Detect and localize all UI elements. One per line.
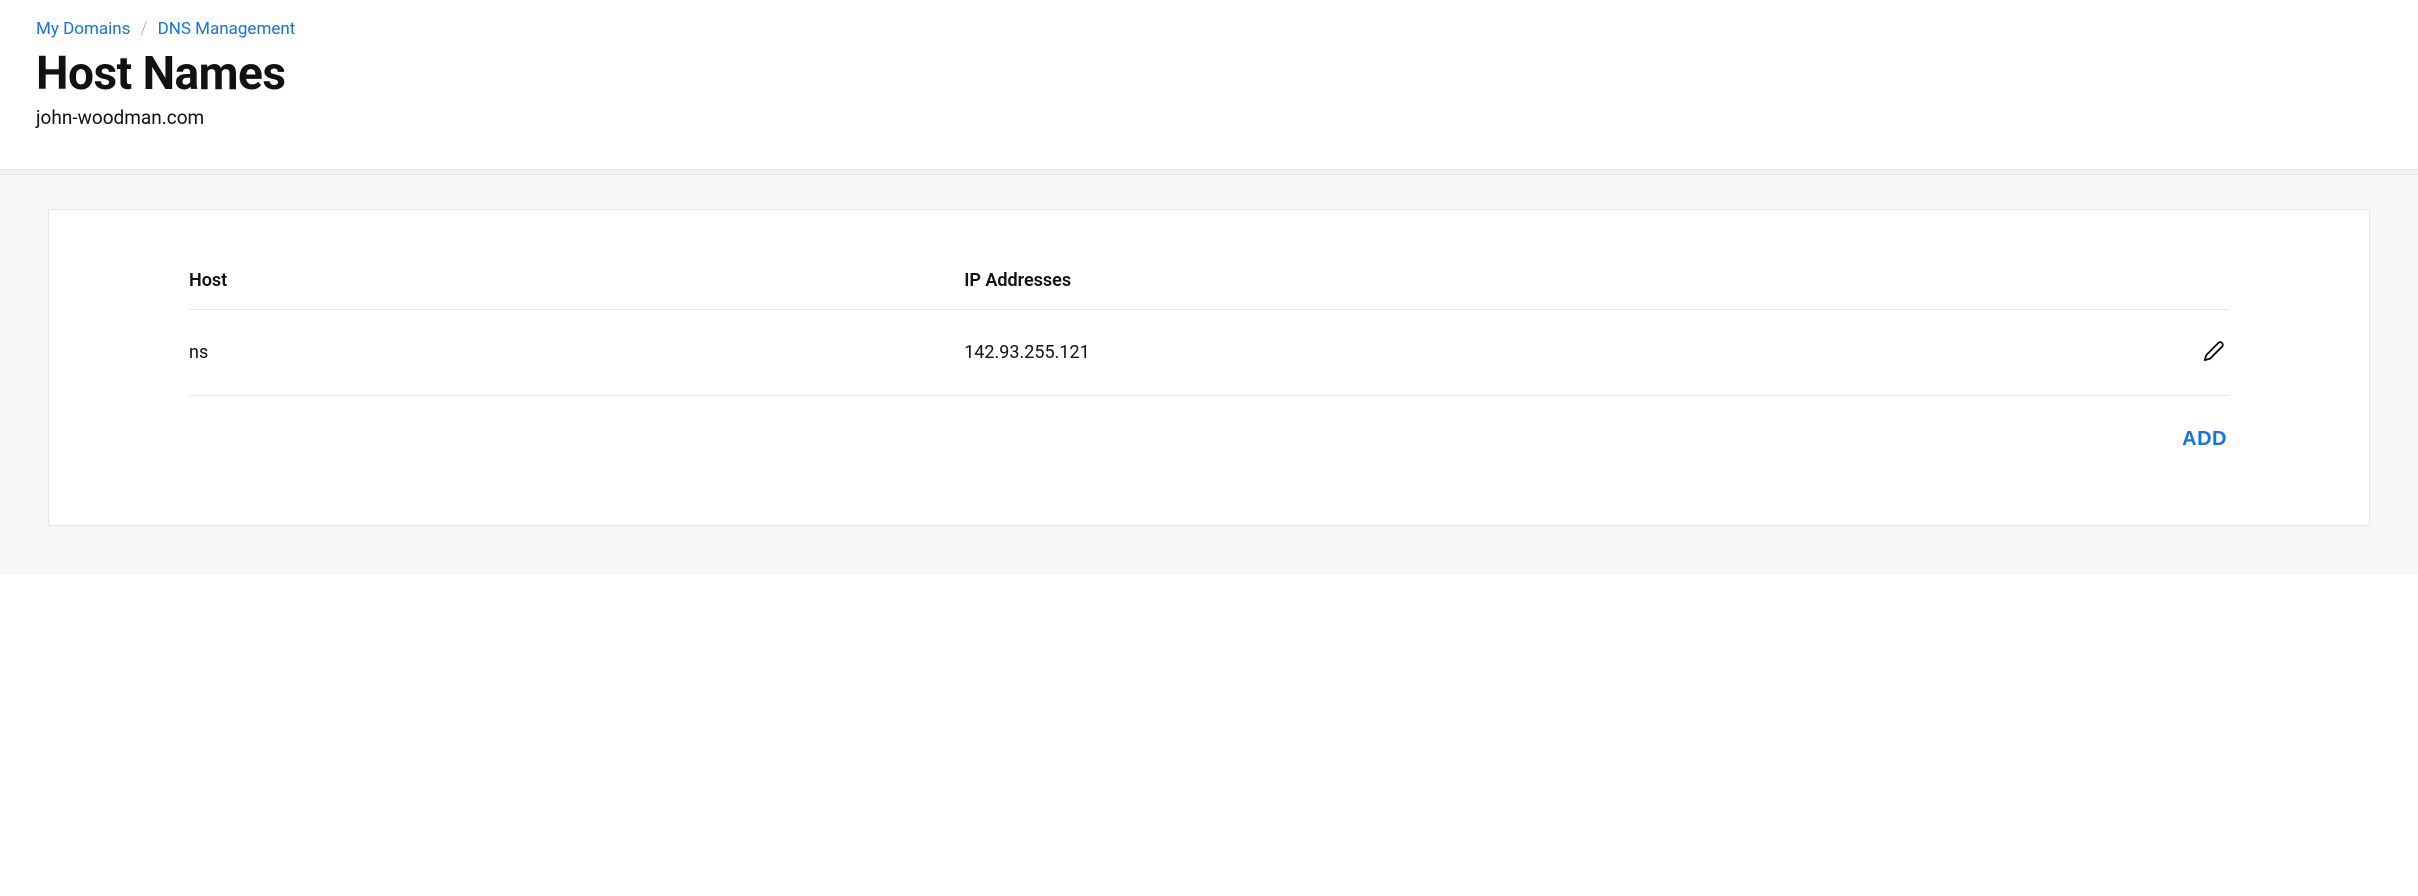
page-title: Host Names (36, 49, 2382, 100)
breadcrumb-separator: / (140, 18, 147, 39)
breadcrumb-link-my-domains[interactable]: My Domains (36, 19, 130, 39)
breadcrumb: My Domains / DNS Management (36, 18, 2382, 39)
column-header-ip: IP Addresses (964, 270, 2169, 291)
cell-host: ns (189, 342, 964, 363)
add-button[interactable]: ADD (2180, 424, 2229, 455)
cell-ip: 142.93.255.121 (964, 342, 2169, 363)
table-header: Host IP Addresses (189, 270, 2229, 310)
pencil-icon (2203, 340, 2225, 365)
table-row: ns 142.93.255.121 (189, 310, 2229, 396)
edit-button[interactable] (2199, 336, 2229, 369)
column-header-host: Host (189, 270, 964, 291)
hostnames-table: Host IP Addresses ns 142.93.255.121 (189, 270, 2229, 455)
hostnames-card: Host IP Addresses ns 142.93.255.121 (48, 209, 2370, 526)
page-subtitle: john-woodman.com (36, 106, 2382, 129)
breadcrumb-link-dns-management[interactable]: DNS Management (158, 19, 296, 39)
